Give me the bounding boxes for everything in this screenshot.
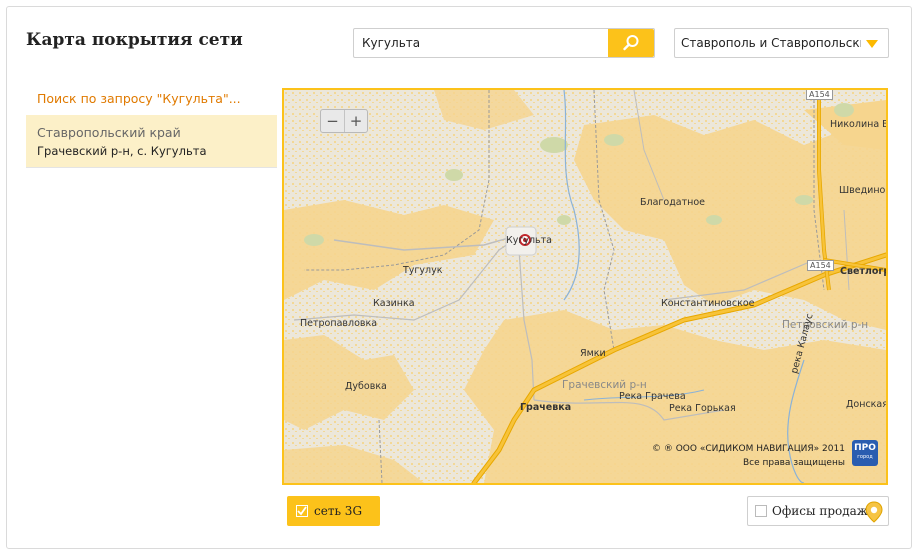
- checkbox-checked-icon: [296, 505, 308, 517]
- sales-offices-toggle[interactable]: Офисы продаж: [747, 496, 889, 526]
- copyright-line: Все права защищены: [743, 458, 845, 468]
- road-badge-a154: А154: [806, 90, 833, 100]
- zoom-out-button[interactable]: −: [321, 110, 344, 132]
- checkbox-icon: [755, 505, 767, 517]
- sales-offices-label: Офисы продаж: [772, 504, 868, 518]
- map-copyright: © ® ООО «СИДИКОМ НАВИГАЦИЯ» 2011 Все пра…: [652, 442, 845, 470]
- copyright-line: © ® ООО «СИДИКОМ НАВИГАЦИЯ» 2011: [652, 444, 845, 454]
- network-3g-toggle[interactable]: сеть 3G: [287, 496, 380, 526]
- chevron-down-icon: [866, 40, 878, 48]
- map-label-nikolina-balka: Николина Б: [830, 119, 888, 130]
- map-label-yamki: Ямки: [580, 348, 606, 359]
- road-badge-a154: А154: [807, 260, 834, 271]
- network-3g-label: сеть 3G: [314, 504, 363, 518]
- map-label-tugulyuk: Тугулук: [403, 265, 443, 276]
- map-label-kazinka: Казинка: [373, 298, 415, 309]
- logo-subtext: город: [857, 454, 873, 460]
- map-label-grachevka: Грачевка: [520, 402, 572, 413]
- map-pin-icon: [865, 501, 883, 523]
- map-label-kugulta: Кугульта: [506, 235, 553, 246]
- map-label-blagodatnoe: Благодатное: [640, 197, 706, 208]
- region-select[interactable]: Ставрополь и Ставропольский: [674, 28, 889, 58]
- pro-gorod-logo: ПРО город: [852, 440, 878, 466]
- search-box: [353, 28, 655, 58]
- search-button[interactable]: [608, 29, 654, 57]
- map-label-petrovsky-district: Петровский р-н: [782, 319, 869, 331]
- zoom-control: − +: [320, 109, 368, 133]
- map-label-grachevsky-district: Грачевский р-н: [562, 379, 647, 391]
- search-icon: [623, 35, 639, 51]
- search-input[interactable]: [354, 29, 607, 57]
- map-canvas: [284, 90, 886, 483]
- page-title: Карта покрытия сети: [26, 30, 243, 50]
- region-select-value: Ставрополь и Ставропольский: [681, 36, 861, 50]
- map-label-dubovka: Дубовка: [345, 381, 387, 392]
- map-label-reka-gorkaya: Река Горькая: [669, 403, 736, 414]
- divider: [26, 167, 277, 168]
- result-locality: Грачевский р-н, с. Кугульта: [37, 144, 207, 158]
- map-label-shvedino: Шведино: [839, 185, 886, 196]
- search-result-item[interactable]: Ставропольский край Грачевский р-н, с. К…: [26, 115, 277, 167]
- coverage-map[interactable]: − + А154 А154 Кугульта Тугулук Казинка П…: [282, 88, 888, 485]
- logo-text: ПРО: [854, 443, 876, 453]
- map-label-konstantinovskoe: Константиновское: [661, 298, 755, 309]
- map-label-reka-gracheva: Река Грачева: [619, 391, 686, 402]
- map-label-petropavlovka: Петропавловка: [300, 318, 378, 329]
- map-label-donskaya: Донская: [846, 399, 888, 410]
- map-label-svetlograd: Светлоград: [840, 266, 886, 277]
- search-query-link[interactable]: Поиск по запросу "Кугульта"...: [37, 91, 241, 106]
- zoom-in-button[interactable]: +: [344, 110, 367, 132]
- result-region: Ставропольский край: [37, 125, 181, 140]
